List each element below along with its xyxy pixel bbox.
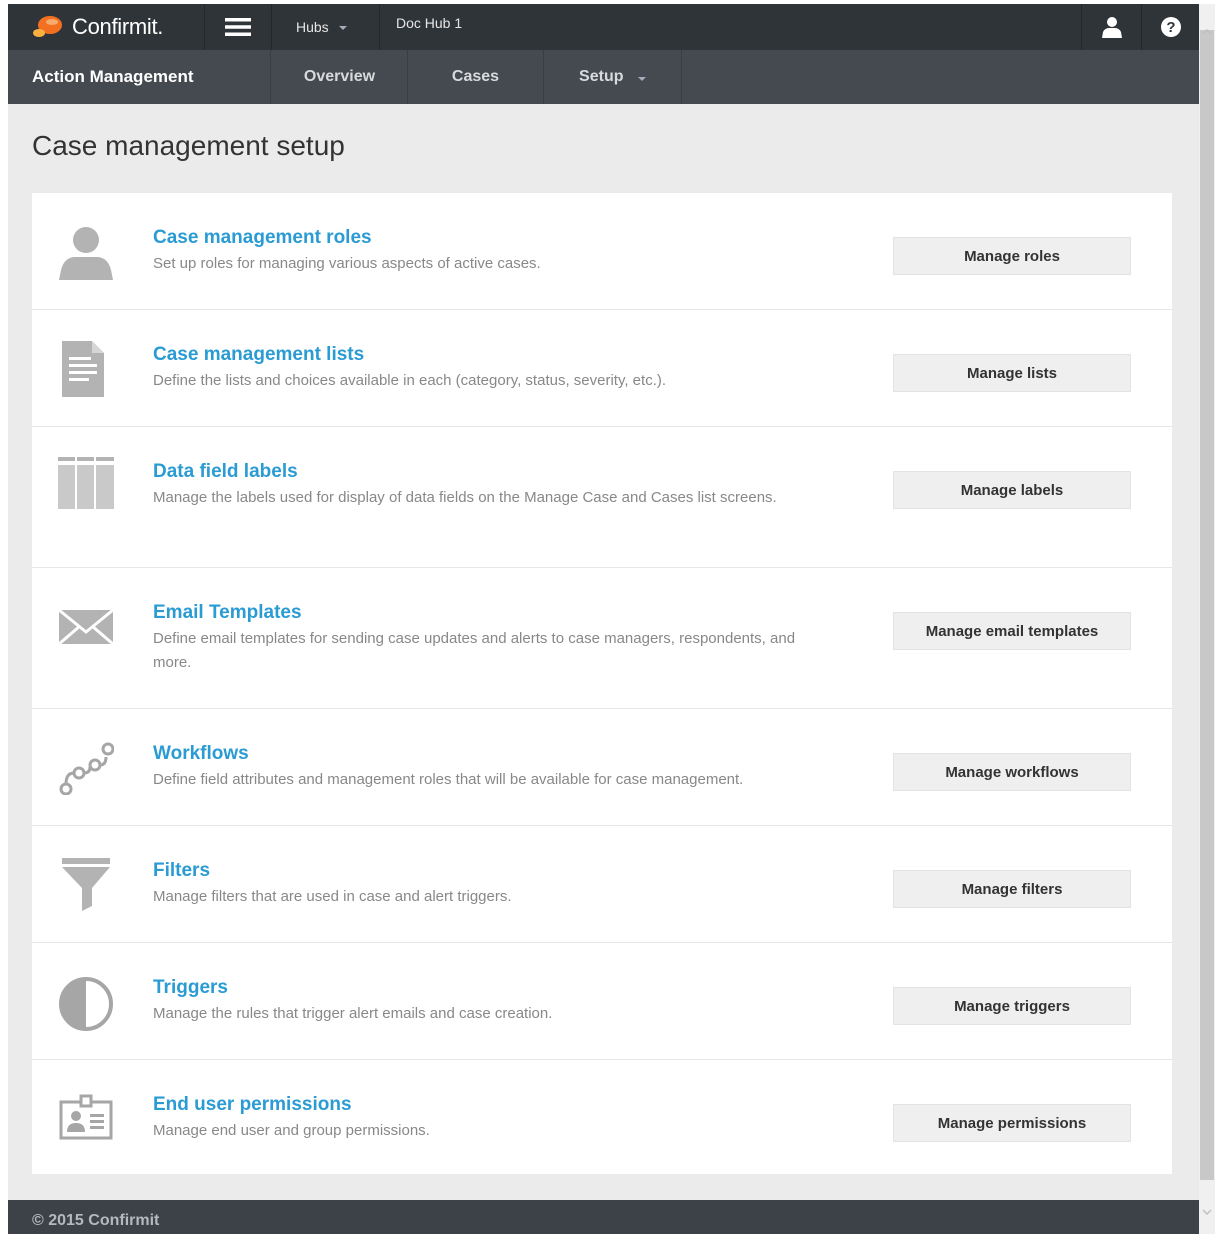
tab-label: Cases bbox=[451, 68, 500, 85]
module-title: Action Management bbox=[8, 50, 271, 104]
id-card-icon bbox=[59, 1094, 113, 1140]
scrollbar-thumb[interactable] bbox=[1200, 30, 1214, 1180]
row-title[interactable]: Triggers bbox=[153, 977, 228, 999]
manage-email-templates-button[interactable]: Manage email templates bbox=[893, 612, 1131, 650]
hubs-label: Hubs bbox=[296, 19, 329, 35]
envelope-icon bbox=[58, 608, 114, 646]
footer: © 2015 Confirmit bbox=[8, 1200, 1199, 1234]
user-button[interactable] bbox=[1081, 4, 1141, 50]
tab-setup[interactable]: Setup bbox=[544, 50, 682, 104]
row-description: Define the lists and choices available i… bbox=[153, 372, 667, 389]
row-description: Manage filters that are used in case and… bbox=[153, 888, 512, 905]
manage-roles-button[interactable]: Manage roles bbox=[893, 237, 1131, 275]
brand-name: Confirmit. bbox=[72, 14, 164, 39]
help-button[interactable]: ? bbox=[1141, 4, 1199, 50]
hubs-dropdown[interactable]: Hubs bbox=[272, 4, 380, 50]
row-title[interactable]: Case management lists bbox=[153, 344, 364, 366]
tab-cases[interactable]: Cases bbox=[408, 50, 544, 104]
manage-filters-button[interactable]: Manage filters bbox=[893, 870, 1131, 908]
row-description: Manage the labels used for display of da… bbox=[153, 489, 777, 506]
confirmit-logo-icon bbox=[33, 16, 62, 37]
svg-text:?: ? bbox=[1166, 19, 1175, 36]
brand-logo[interactable]: Confirmit. bbox=[8, 4, 204, 50]
scroll-down-arrow-icon[interactable] bbox=[1199, 1204, 1215, 1220]
user-icon bbox=[59, 227, 113, 280]
chevron-down-icon bbox=[637, 77, 646, 81]
row-description: Define field attributes and management r… bbox=[153, 771, 744, 788]
sub-navigation: Action Management Overview Cases Setup bbox=[8, 50, 1199, 104]
tab-overview[interactable]: Overview bbox=[272, 50, 408, 104]
row-title[interactable]: Email Templates bbox=[153, 602, 302, 624]
manage-workflows-button[interactable]: Manage workflows bbox=[893, 753, 1131, 791]
row-description: Set up roles for managing various aspect… bbox=[153, 255, 541, 272]
top-bar: Confirmit. Hubs Doc Hub 1 ? bbox=[8, 4, 1199, 50]
columns-icon bbox=[58, 457, 114, 509]
list-item: Data field labels Manage the labels used… bbox=[32, 427, 1172, 568]
row-title[interactable]: Case management roles bbox=[153, 227, 372, 249]
row-title[interactable]: End user permissions bbox=[153, 1094, 352, 1116]
manage-labels-button[interactable]: Manage labels bbox=[893, 471, 1131, 509]
document-icon bbox=[62, 341, 104, 397]
row-description: Define email templates for sending case … bbox=[153, 630, 796, 671]
list-item: End user permissions Manage end user and… bbox=[32, 1060, 1172, 1174]
list-item: Workflows Define field attributes and ma… bbox=[32, 709, 1172, 826]
user-icon bbox=[1101, 17, 1122, 38]
row-title[interactable]: Workflows bbox=[153, 743, 249, 765]
row-description: Manage the rules that trigger alert emai… bbox=[153, 1005, 553, 1022]
list-item: Case management lists Define the lists a… bbox=[32, 310, 1172, 427]
app-window: Confirmit. Hubs Doc Hub 1 ? Action Manag… bbox=[8, 4, 1199, 1234]
hamburger-icon bbox=[225, 18, 251, 36]
manage-lists-button[interactable]: Manage lists bbox=[893, 354, 1131, 392]
help-icon: ? bbox=[1160, 17, 1181, 37]
row-description: Manage end user and group permissions. bbox=[153, 1122, 430, 1139]
list-item: Triggers Manage the rules that trigger a… bbox=[32, 943, 1172, 1060]
list-item: Filters Manage filters that are used in … bbox=[32, 826, 1172, 943]
list-item: Case management roles Set up roles for m… bbox=[32, 193, 1172, 310]
manage-triggers-button[interactable]: Manage triggers bbox=[893, 987, 1131, 1025]
row-title[interactable]: Filters bbox=[153, 860, 210, 882]
funnel-icon bbox=[62, 858, 110, 911]
tab-label: Setup bbox=[579, 68, 624, 85]
current-hub: Doc Hub 1 bbox=[396, 15, 463, 31]
menu-button[interactable] bbox=[204, 4, 272, 50]
page-title: Case management setup bbox=[32, 130, 345, 161]
workflow-icon bbox=[59, 742, 114, 795]
scroll-up-arrow-icon[interactable] bbox=[1199, 24, 1215, 40]
row-title[interactable]: Data field labels bbox=[153, 461, 298, 483]
half-circle-icon bbox=[59, 977, 113, 1031]
list-item: Email Templates Define email templates f… bbox=[32, 568, 1172, 709]
manage-permissions-button[interactable]: Manage permissions bbox=[893, 1104, 1131, 1142]
setup-card: Case management roles Set up roles for m… bbox=[32, 193, 1172, 1174]
tab-label: Overview bbox=[303, 68, 376, 85]
chevron-down-icon bbox=[338, 26, 347, 30]
